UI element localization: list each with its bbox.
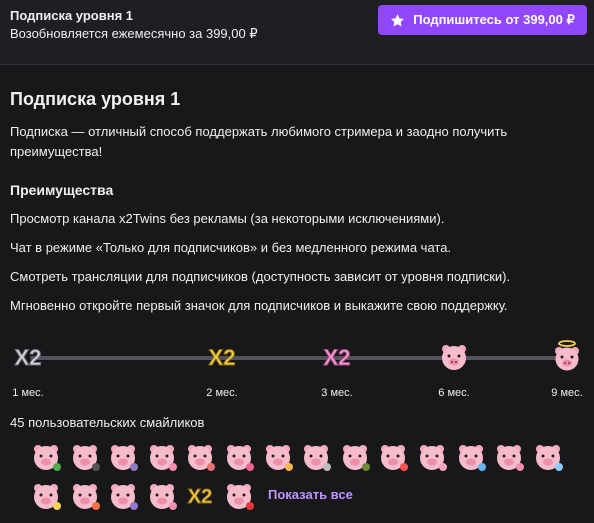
badge-tier: 6 мес. <box>434 340 474 399</box>
benefit-item: Смотреть трансляции для подписчиков (дос… <box>10 269 511 284</box>
pig-facepalm-emote-icon <box>497 445 525 471</box>
pig-wink-emote-icon <box>149 484 177 510</box>
benefit-item: Чат в режиме «Только для подписчиков» и … <box>10 240 452 255</box>
pig-hammer-emote-icon <box>72 445 100 471</box>
timeline-track <box>30 356 578 360</box>
svg-text:X2: X2 <box>209 345 236 370</box>
pig-gift-emote-icon <box>458 445 486 471</box>
pig-army-emote-icon <box>342 445 370 471</box>
pig-halo-badge-icon <box>555 340 579 371</box>
svg-text:X2: X2 <box>324 345 351 370</box>
x2-pink-badge-icon: X2 <box>323 345 351 371</box>
pig-eyes-emote-icon <box>304 445 332 471</box>
subscription-header: Подписка уровня 1 Возобновляется ежемеся… <box>0 0 594 65</box>
badge-tier-label: 3 мес. <box>321 387 353 399</box>
badge-tier: X2 1 мес. <box>8 340 48 400</box>
subscribe-button[interactable]: Подпишитесь от 399,00 ₽ <box>378 5 587 35</box>
tier-description: Подписка — отличный способ поддержать лю… <box>10 124 508 159</box>
badge-tier: X2 3 мес. <box>317 340 357 400</box>
x2-gold-badge-icon: X2 <box>208 345 236 371</box>
pig-love-emote-icon <box>188 445 216 471</box>
svg-text:X2: X2 <box>188 486 212 508</box>
pig-hi-emote-icon <box>34 484 61 510</box>
benefit-item: Просмотр канала x2Twins без рекламы (за … <box>10 211 445 226</box>
subscribe-button-label: Подпишитесь от 399,00 ₽ <box>413 12 575 27</box>
pig-clap-emote-icon <box>420 445 447 471</box>
badge-tier-label: 9 мес. <box>551 387 583 399</box>
badge-tier: 9 мес. <box>547 340 587 399</box>
tier-heading: Подписка уровня 1 <box>10 89 181 109</box>
emotes-heading: 45 пользовательских смайликов <box>10 415 205 430</box>
pig-dino-emote-icon <box>34 445 61 471</box>
pig-cry-emote-icon <box>535 445 563 471</box>
renewal-text: Возобновляется ежемесячно за 399,00 ₽ <box>10 26 258 41</box>
pig-happy-emote-icon <box>227 445 254 471</box>
star-icon <box>391 13 405 26</box>
pig-sad-emote-icon <box>149 445 177 471</box>
pig-badge-icon <box>442 345 466 370</box>
badge-tier-label: 2 мес. <box>206 387 238 399</box>
pig-confused-emote-icon <box>111 445 139 471</box>
x2-gold-emote-icon: X2 <box>188 486 213 509</box>
svg-text:X2: X2 <box>15 345 42 370</box>
header-title: Подписка уровня 1 <box>10 8 133 23</box>
show-all-emotes-link[interactable]: Показать все <box>268 487 353 502</box>
pig-sleep-emote-icon <box>111 484 139 510</box>
pig-party-emote-icon <box>381 445 409 471</box>
pig-fire-emote-icon <box>72 484 100 510</box>
benefit-item: Мгновенно откройте первый значок для под… <box>10 298 508 313</box>
badge-timeline: X2 1 мес. X2 2 мес. X2 3 мес. 6 мес. 9 м… <box>10 340 594 399</box>
benefits-heading: Преимущества <box>10 182 114 198</box>
pig-wave-emote-icon <box>265 445 293 471</box>
badge-tier-label: 1 мес. <box>12 387 44 399</box>
pig-boxing-emote-icon <box>227 484 254 510</box>
badge-tier: X2 2 мес. <box>202 340 242 400</box>
badge-tier-label: 6 мес. <box>438 387 470 399</box>
x2-silver-badge-icon: X2 <box>14 345 42 371</box>
